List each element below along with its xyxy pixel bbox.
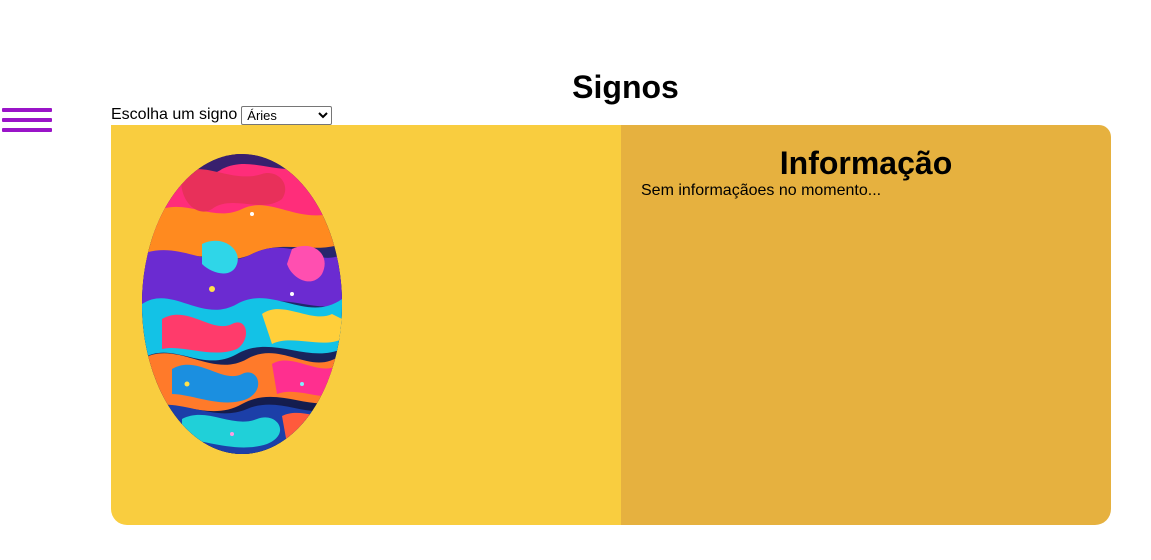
sign-select-label: Escolha um signo bbox=[111, 106, 238, 123]
image-panel bbox=[111, 125, 621, 525]
sign-image bbox=[142, 154, 342, 454]
page: Signos Escolha um signo Áries Informação… bbox=[0, 0, 1151, 560]
sign-selector: Escolha um signo Áries bbox=[111, 105, 333, 125]
info-text: Sem informaçãoes no momento... bbox=[641, 182, 882, 199]
menu-bar bbox=[2, 108, 52, 112]
info-panel: Informação Sem informaçãoes no momento..… bbox=[621, 125, 1111, 525]
sign-select[interactable]: Áries bbox=[241, 105, 333, 125]
sign-card: Informação Sem informaçãoes no momento..… bbox=[111, 125, 1111, 525]
page-title: Signos bbox=[572, 69, 679, 105]
info-title: Informação bbox=[779, 145, 953, 181]
menu-bar bbox=[2, 128, 52, 132]
hamburger-menu-icon[interactable] bbox=[2, 107, 52, 134]
menu-bar bbox=[2, 118, 52, 122]
